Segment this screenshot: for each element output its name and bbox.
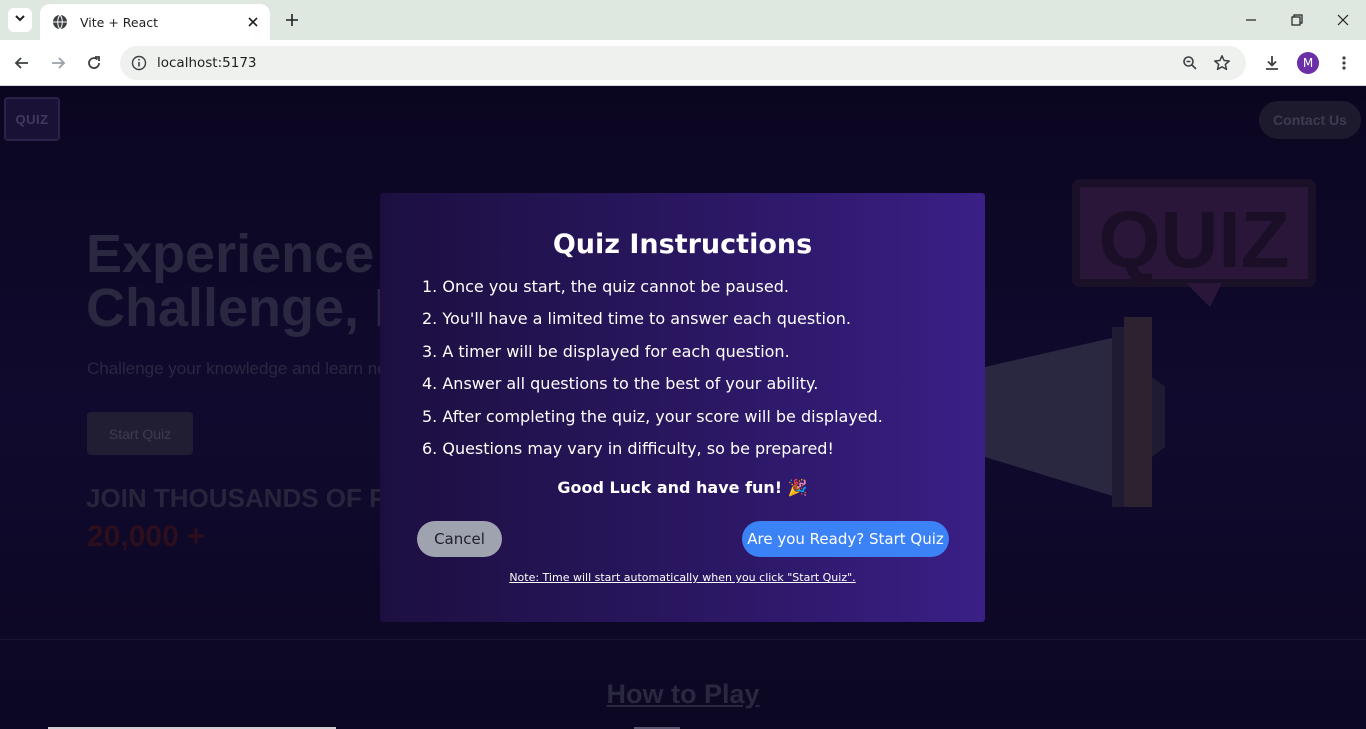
restore-icon[interactable]	[1285, 8, 1309, 32]
cancel-button[interactable]: Cancel	[417, 521, 502, 557]
rule-item: 3. A timer will be displayed for each qu…	[422, 341, 790, 361]
good-luck-text: Good Luck and have fun! 🎉	[557, 478, 808, 497]
back-arrow-icon[interactable]	[10, 51, 34, 75]
logo-text: QUIZ	[15, 111, 49, 127]
section-divider	[0, 639, 1366, 640]
chevron-down-icon	[14, 11, 26, 29]
megaphone-illustration: QUIZ	[960, 177, 1330, 527]
zoom-icon[interactable]	[1180, 53, 1200, 73]
join-text: JOIN THOUSANDS OF P	[86, 483, 387, 513]
plus-icon[interactable]	[282, 10, 302, 30]
address-bar[interactable]: localhost:5173	[120, 46, 1246, 80]
hero-start-quiz-button[interactable]: Start Quiz	[87, 412, 193, 455]
browser-tab[interactable]: Vite + React	[40, 4, 270, 40]
download-icon[interactable]	[1260, 51, 1284, 75]
contact-us-button[interactable]: Contact Us	[1259, 101, 1361, 139]
avatar[interactable]: M	[1297, 52, 1319, 74]
close-icon[interactable]	[244, 13, 262, 31]
quiz-logo[interactable]: QUIZ	[4, 97, 60, 141]
info-icon[interactable]	[128, 52, 150, 74]
illustration-text: QUIZ	[1098, 195, 1289, 284]
rule-item: 1. Once you start, the quiz cannot be pa…	[422, 277, 789, 296]
globe-icon	[52, 14, 68, 30]
browser-tab-bar: Vite + React	[0, 0, 1366, 40]
hero-title-line-2: Challenge, F	[86, 278, 408, 338]
close-window-icon[interactable]	[1331, 8, 1355, 32]
hero-title-line-1: Experience t	[86, 224, 408, 284]
star-icon[interactable]	[1212, 53, 1232, 73]
player-count: 20,000 +	[87, 520, 205, 553]
timer-note: Note: Time will start automatically when…	[509, 571, 856, 584]
quiz-instructions-modal: Quiz Instructions 1. Once you start, the…	[380, 193, 985, 622]
how-to-play-heading[interactable]: How to Play	[0, 679, 1366, 710]
browser-toolbar: localhost:5173 M	[0, 40, 1366, 86]
hero-subtitle: Challenge your knowledge and learn ne	[87, 359, 387, 378]
tab-search-button[interactable]	[8, 8, 32, 32]
rule-item: 2. You'll have a limited time to answer …	[422, 309, 851, 329]
forward-arrow-icon[interactable]	[46, 51, 70, 75]
modal-title: Quiz Instructions	[552, 229, 813, 260]
kebab-menu-icon[interactable]	[1332, 51, 1356, 75]
rules-list: 1. Once you start, the quiz cannot be pa…	[422, 277, 883, 471]
start-quiz-button[interactable]: Are you Ready? Start Quiz	[742, 521, 949, 557]
rule-item: 5. After completing the quiz, your score…	[422, 406, 883, 426]
url-text: localhost:5173	[157, 55, 257, 71]
minimize-icon[interactable]	[1239, 8, 1263, 32]
tab-title: Vite + React	[80, 14, 159, 30]
reload-icon[interactable]	[82, 51, 106, 75]
rule-item: 4. Answer all questions to the best of y…	[422, 374, 819, 394]
hero-title: Experience t Challenge, F	[86, 227, 407, 335]
rule-item: 6. Questions may vary in difficulty, so …	[422, 438, 834, 458]
